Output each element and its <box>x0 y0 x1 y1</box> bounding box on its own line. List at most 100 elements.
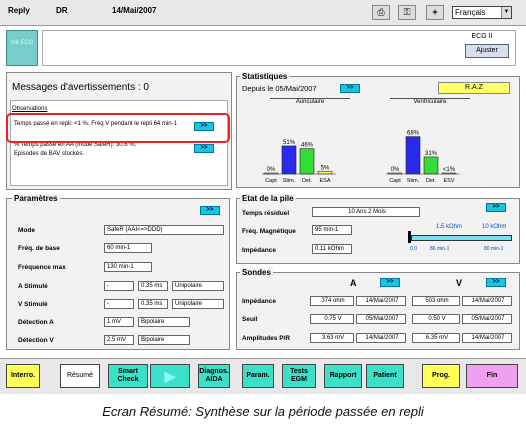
threshold-label: Seuil <box>242 316 258 323</box>
battery-impedance-label: Impédance <box>242 247 276 254</box>
resume-tab[interactable]: Résumé <box>60 364 100 388</box>
language-value: Français <box>455 8 486 17</box>
a-sensing-label: Détection A <box>18 319 54 326</box>
messages-title: Messages d'avertissements : 0 <box>12 82 149 93</box>
status-label: DR <box>56 6 68 15</box>
rapport-button[interactable]: Rapport <box>324 364 362 388</box>
battery-title: Etat de la pile <box>240 194 296 203</box>
stats-since: Depuis le 05/Mai/2007 <box>242 84 317 93</box>
v-sensing-polarity: Bipolaire <box>138 335 190 345</box>
auricular-bar-label: Det. <box>302 178 313 184</box>
mode-param-label: Mode <box>18 227 35 234</box>
a-paced-label: A Stimulé <box>18 283 48 290</box>
observation-aa-go-button[interactable]: >> <box>194 144 214 153</box>
v-impedance-value: 503 ohm <box>412 296 460 306</box>
figure-caption: Ecran Résumé: Synthèse sur la période pa… <box>102 404 424 419</box>
v-paced-width: 0.35 ms <box>138 299 168 309</box>
a-paced-amplitude: - <box>104 281 134 291</box>
params-go-button[interactable]: >> <box>200 206 220 215</box>
ajuster-button[interactable]: Ajuster <box>465 44 509 58</box>
v-amplitude-date: 14/Mai/2007 <box>462 333 512 343</box>
stats-title: Statistiques <box>240 72 290 81</box>
raz-button[interactable]: R.A.Z <box>438 82 510 94</box>
stats-go-button[interactable]: >> <box>340 84 360 93</box>
a-threshold-date: 05/Mai/2007 <box>356 314 406 324</box>
gauge-label-c: 0.0 <box>410 246 417 252</box>
a-threshold-value: 0.75 V <box>310 314 354 324</box>
a-sensing-value: 1 mV <box>104 317 134 327</box>
lead-v-header: V <box>456 278 463 288</box>
auricular-bar-value: 5% <box>321 165 330 171</box>
ventricular-bar-value: 0% <box>391 167 400 173</box>
ventricular-bar-label: Capt <box>389 178 401 184</box>
leads-title: Sondes <box>240 268 273 277</box>
a-paced-polarity: Unipolaire <box>172 281 224 291</box>
gauge-label-d: 86 min-1 <box>430 246 450 252</box>
v-sensing-label: Détection V <box>18 337 54 344</box>
lead-a-go-button[interactable]: >> <box>380 278 400 287</box>
ventricular-bar-value: 31% <box>425 151 438 157</box>
v-threshold-value: 0.50 V <box>412 314 460 324</box>
amplitude-label: Amplitudes P/R <box>242 335 291 342</box>
ventricular-bar-label: Det. <box>426 178 437 184</box>
date-label: 14/Mai/2007 <box>112 6 157 15</box>
ecg-trace-area <box>42 30 516 66</box>
residual-time-value: 10 Ans 2 Mois <box>312 207 420 217</box>
auricular-bar-label: ESA <box>319 178 330 184</box>
base-rate-label: Fréq. de base <box>18 245 60 252</box>
v-threshold-date: 05/Mai/2007 <box>462 314 512 324</box>
a-amplitude-date: 14/Mai/2007 <box>356 333 406 343</box>
param-button[interactable]: Param. <box>242 364 274 388</box>
ventricular-bar-value: <1% <box>443 167 456 173</box>
magnet-rate-value: 95 min-1 <box>312 225 352 235</box>
auricular-bar-label: Stim. <box>283 178 296 184</box>
auricular-bar-stim <box>281 145 297 175</box>
play-icon[interactable]: ▶ <box>150 364 190 388</box>
ecg-lead-label: ECG II <box>471 33 493 40</box>
init-ecg-button[interactable]: Init ECG <box>6 30 38 66</box>
battery-gauge-marker <box>408 231 411 243</box>
plus-icon[interactable]: + <box>426 5 444 20</box>
ventricular-bar-stim <box>405 136 421 175</box>
diagnos-aida-button[interactable]: Diagnos. AIDA <box>198 364 230 388</box>
auricular-bar-value: 51% <box>283 140 296 146</box>
a-paced-width: 0.35 ms <box>138 281 168 291</box>
max-rate-label: Fréquence max <box>18 264 66 271</box>
lead-a-header: A <box>350 278 357 288</box>
mode-param-value: SafeR (AAI<=>DDD) <box>104 225 224 235</box>
battery-impedance-value: 0.11 kOhm <box>312 244 352 254</box>
v-sensing-value: 2.5 mV <box>104 335 134 345</box>
gauge-label-b: 10 kOhm <box>482 224 507 230</box>
fin-button[interactable]: Fin <box>466 364 518 388</box>
top-bar: Reply DR 14/Mai/2007 ⎙ ⚿ + Français ▼ <box>0 0 526 26</box>
battery-gauge <box>408 235 512 241</box>
key-icon[interactable]: ⚿ <box>398 5 416 20</box>
tests-egm-button[interactable]: Tests EGM <box>282 364 316 388</box>
v-paced-amplitude: - <box>104 299 134 309</box>
auricular-bar-value: 0% <box>267 167 276 173</box>
max-rate-value: 130 min-1 <box>104 262 152 272</box>
auricular-bar-det <box>299 148 315 175</box>
smart-check-button[interactable]: Smart Check <box>108 364 148 388</box>
stats-bar-chart: 0% Capt 51% Stim. 46% Det. 5% ESA 0% Capt 68% Stim.… <box>262 131 460 184</box>
gauge-label-a: 1.5 kOhm <box>436 224 463 230</box>
chevron-down-icon: ▼ <box>501 7 511 18</box>
lead-v-go-button[interactable]: >> <box>486 278 506 287</box>
interro-button[interactable]: Interro. <box>6 364 40 388</box>
battery-go-button[interactable]: >> <box>486 203 506 212</box>
auricular-bar-esa <box>317 170 333 175</box>
auricular-bar-label: Capt <box>265 178 277 184</box>
v-impedance-date: 14/Mai/2007 <box>462 296 512 306</box>
ventricular-bar-value: 68% <box>407 131 420 137</box>
magnet-rate-label: Fréq. Magnétique <box>242 228 296 235</box>
language-select[interactable]: Français ▼ <box>452 6 512 19</box>
a-impedance-value: 374 ohm <box>310 296 354 306</box>
params-panel <box>6 198 230 350</box>
mode-label: Reply <box>8 6 30 15</box>
prog-button[interactable]: Prog. <box>422 364 460 388</box>
print-icon[interactable]: ⎙ <box>372 5 390 20</box>
v-amplitude-value: 6.35 mV <box>412 333 460 343</box>
a-sensing-polarity: Bipolaire <box>138 317 190 327</box>
a-impedance-date: 14/Mai/2007 <box>356 296 406 306</box>
patient-button[interactable]: Patient <box>366 364 404 388</box>
